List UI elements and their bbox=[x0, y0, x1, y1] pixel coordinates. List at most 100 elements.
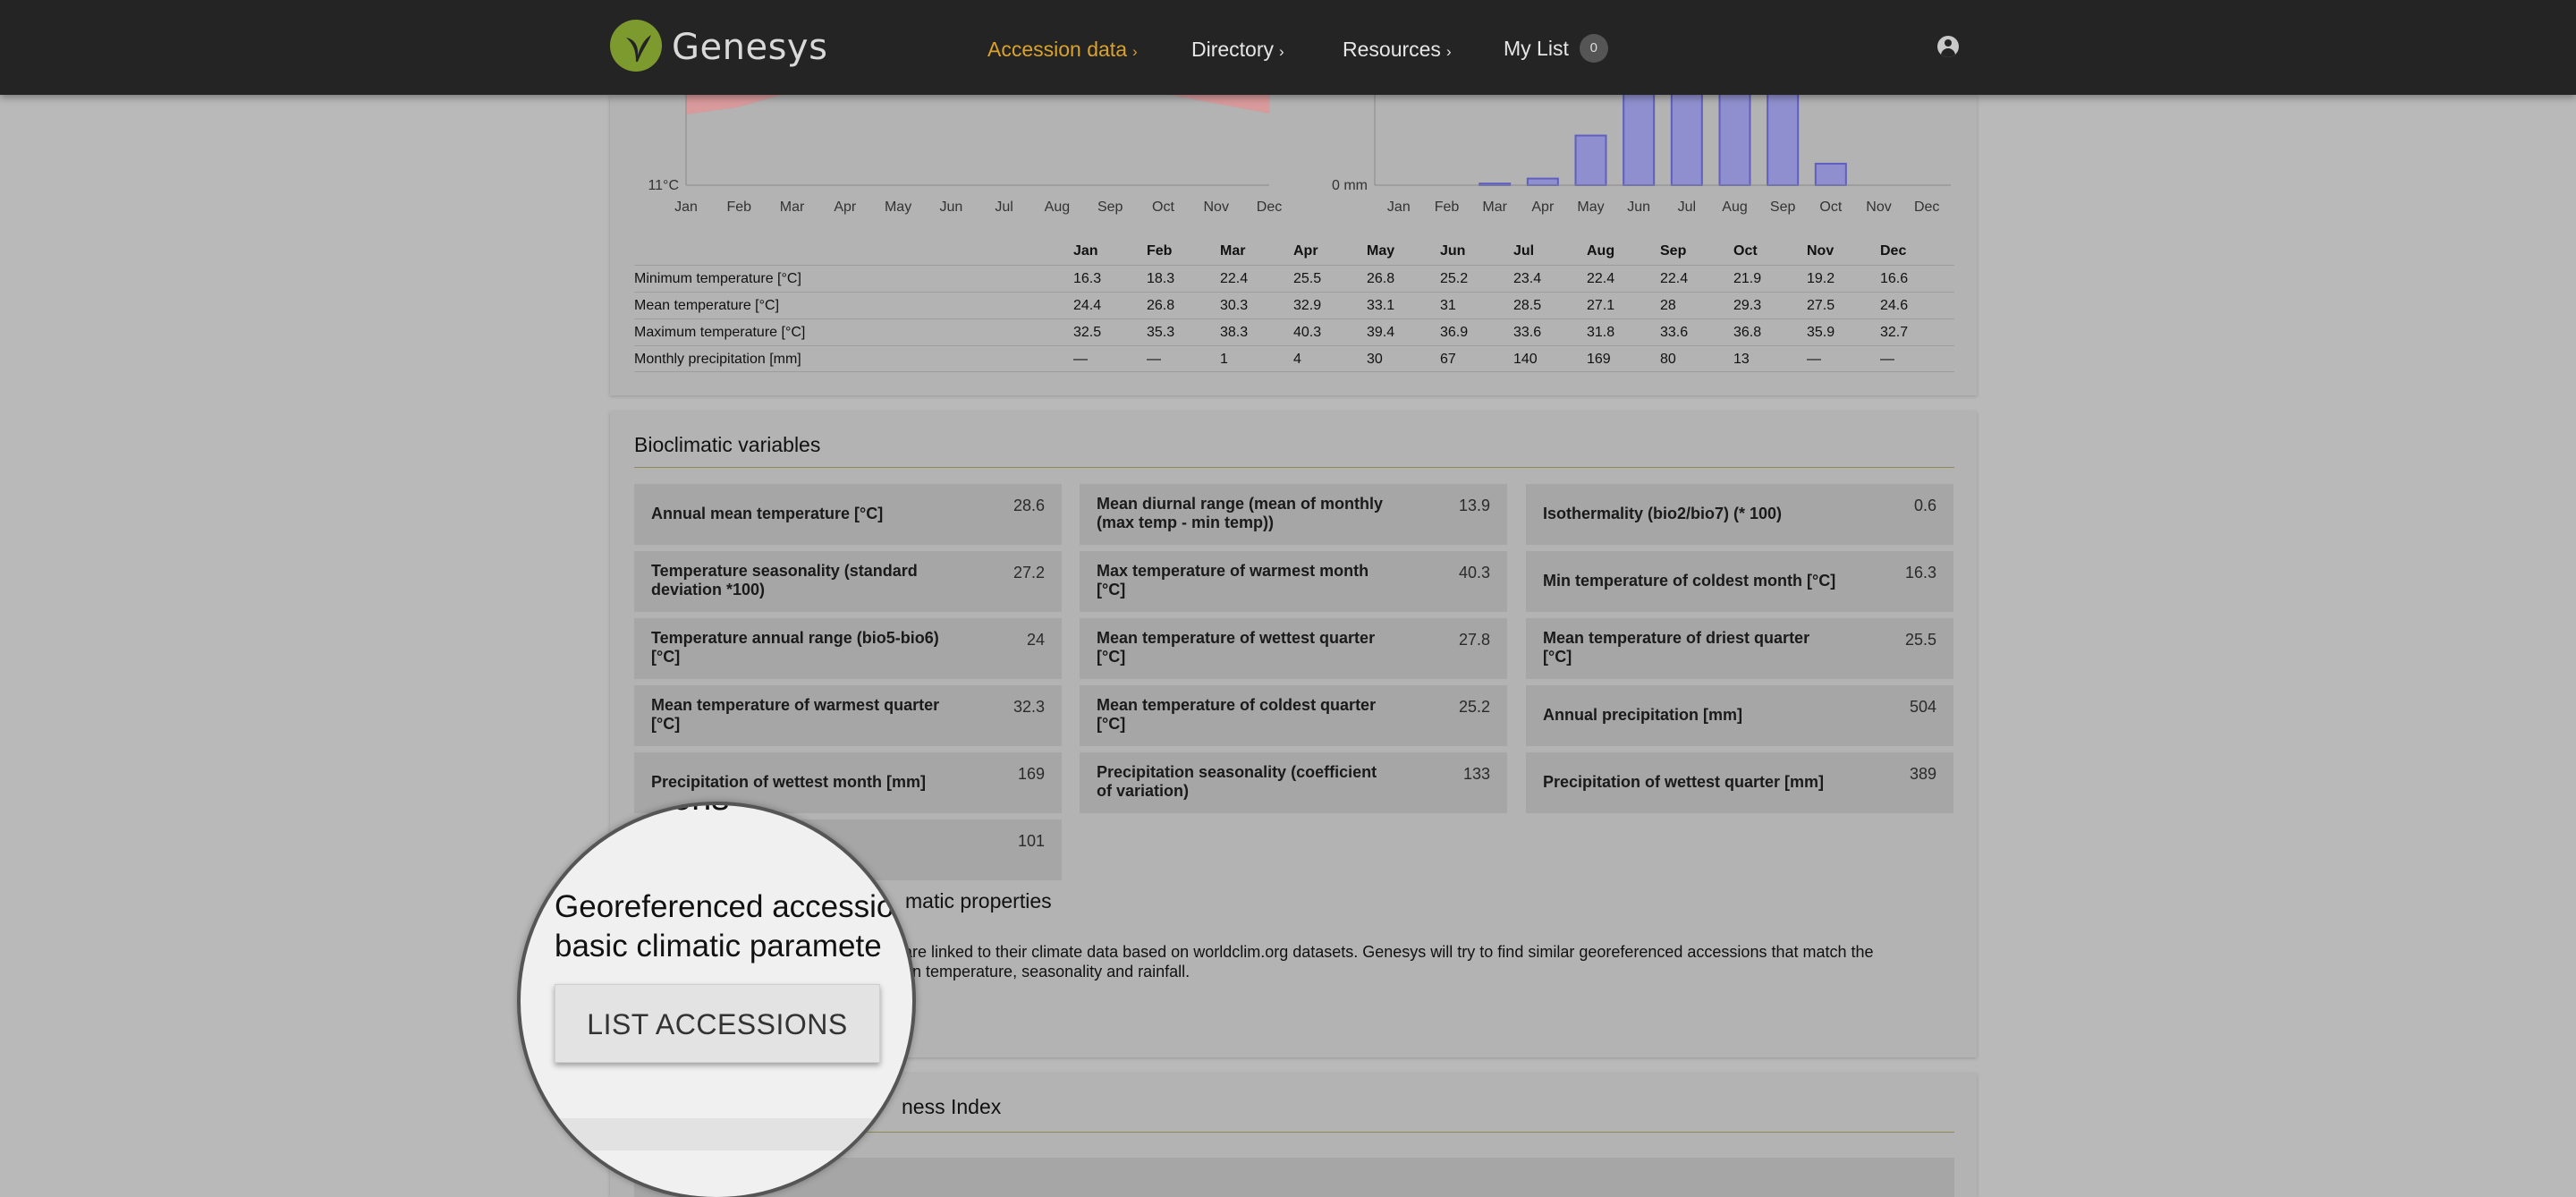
bioclim-value: 27.2 bbox=[1013, 564, 1045, 582]
x-tick-label-sep: Sep bbox=[1097, 200, 1123, 215]
x-tick-label-jan: Jan bbox=[1387, 200, 1411, 215]
table-row-label: Monthly precipitation [mm] bbox=[634, 352, 801, 367]
nav-my-list[interactable]: My List 0 bbox=[1504, 34, 1608, 64]
table-cell: 30.3 bbox=[1220, 298, 1249, 313]
table-cell: 38.3 bbox=[1220, 325, 1249, 340]
table-cell: 35.9 bbox=[1807, 325, 1835, 340]
georef-description-line1: are linked to their climate data based o… bbox=[903, 943, 1874, 961]
table-cell: 21.9 bbox=[1733, 271, 1762, 286]
bioclim-card: Mean temperature of warmest quarter [°C]… bbox=[634, 685, 1062, 746]
table-cell: 4 bbox=[1293, 352, 1301, 367]
y-tick-label: 11°C bbox=[648, 178, 679, 193]
table-cell: 23.4 bbox=[1513, 271, 1542, 286]
nav-accession-data[interactable]: Accession data › bbox=[987, 38, 1138, 62]
georef-heading: matic properties bbox=[905, 889, 1052, 913]
x-tick-label-sep: Sep bbox=[1770, 200, 1796, 215]
bioclim-card: Mean temperature of coldest quarter [°C]… bbox=[1080, 685, 1507, 746]
table-cell: 19.2 bbox=[1807, 271, 1835, 286]
table-cell: 67 bbox=[1440, 352, 1456, 367]
x-tick-label-jul: Jul bbox=[1678, 200, 1696, 215]
table-cell: 28 bbox=[1660, 298, 1676, 313]
table-header-cell: Feb bbox=[1147, 243, 1173, 259]
table-cell: 22.4 bbox=[1587, 271, 1615, 286]
bioclim-value: 169 bbox=[1017, 765, 1045, 783]
bioclim-label: Mean diurnal range (mean of monthly (max… bbox=[1097, 495, 1384, 531]
georef-description: are linked to their climate data based o… bbox=[903, 942, 1941, 981]
brand-name[interactable]: Genesys bbox=[672, 27, 827, 68]
table-cell: 27.5 bbox=[1807, 298, 1835, 313]
table-cell: 26.8 bbox=[1147, 298, 1175, 313]
nav-directory[interactable]: Directory › bbox=[1191, 38, 1284, 62]
bioclim-label: Max temperature of warmest month [°C] bbox=[1097, 562, 1369, 598]
bioclim-card: Max temperature of warmest month [°C] 40.… bbox=[1080, 551, 1507, 612]
nav-resources-label: Resources bbox=[1343, 38, 1441, 61]
list-accessions-button[interactable]: LIST ACCESSIONS bbox=[555, 984, 880, 1063]
bioclim-label: Precipitation of wettest quarter [mm] bbox=[1543, 773, 1825, 791]
user-icon[interactable] bbox=[1937, 36, 1959, 57]
table-row-label: Minimum temperature [°C] bbox=[634, 271, 801, 286]
table-cell: 36.8 bbox=[1733, 325, 1762, 340]
bioclim-card: Isothermality (bio2/bio7) (* 100) 0.6 bbox=[1526, 484, 1953, 545]
table-cell: 16.3 bbox=[1073, 271, 1102, 286]
bioclim-label: Mean temperature of wettest quarter [°C] bbox=[1097, 629, 1376, 666]
table-cell: — bbox=[1880, 352, 1894, 367]
table-cell: 32.5 bbox=[1073, 325, 1102, 340]
bioclim-label: Isothermality (bio2/bio7) (* 100) bbox=[1543, 505, 1783, 522]
bioclim-label: Mean temperature of warmest quarter [°C] bbox=[651, 696, 940, 733]
table-row: Minimum temperature [°C] 16.3 18.3 22.4 25.5… bbox=[634, 265, 1954, 292]
table-cell: 169 bbox=[1587, 352, 1611, 367]
bioclim-value: 27.8 bbox=[1458, 631, 1490, 649]
nav-resources[interactable]: Resources › bbox=[1343, 38, 1452, 62]
precip-bar-may bbox=[1574, 134, 1607, 186]
table-cell: 25.2 bbox=[1440, 271, 1469, 286]
x-tick-label-oct: Oct bbox=[1819, 200, 1842, 215]
table-cell: 13 bbox=[1733, 352, 1750, 367]
table-header-cell: Aug bbox=[1587, 243, 1615, 259]
my-list-count-badge: 0 bbox=[1579, 34, 1608, 63]
table-cell: 33.6 bbox=[1513, 325, 1542, 340]
bioclim-label: Mean temperature of driest quarter [°C] bbox=[1543, 629, 1810, 666]
bioclim-value: 16.3 bbox=[1904, 564, 1936, 582]
table-row-label: Mean temperature [°C] bbox=[634, 298, 780, 313]
bioclim-label: Annual mean temperature [°C] bbox=[651, 505, 884, 522]
nav-directory-label: Directory bbox=[1191, 38, 1275, 61]
x-tick-label-may: May bbox=[885, 200, 911, 215]
table-cell: 39.4 bbox=[1367, 325, 1395, 340]
table-cell: 28.5 bbox=[1513, 298, 1542, 313]
bioclim-label: Min temperature of coldest month [°C] bbox=[1543, 572, 1836, 590]
table-header-cell: Jul bbox=[1513, 243, 1535, 259]
table-cell: 31 bbox=[1440, 298, 1456, 313]
table-row-label: Maximum temperature [°C] bbox=[634, 325, 806, 340]
x-tick-label-jun: Jun bbox=[939, 200, 962, 215]
bioclim-label: Precipitation of wettest month [mm] bbox=[651, 773, 927, 791]
x-tick-label-nov: Nov bbox=[1204, 200, 1229, 215]
table-header-cell: Oct bbox=[1733, 243, 1758, 259]
table-header-cell: May bbox=[1367, 243, 1395, 259]
chevron-right-icon: › bbox=[1445, 43, 1452, 60]
table-cell: 40.3 bbox=[1293, 325, 1322, 340]
top-navbar: Genesys Accession data › Directory › Resou… bbox=[0, 0, 2576, 95]
table-header-cell: Jan bbox=[1073, 243, 1098, 259]
bioclim-value: 0.6 bbox=[1913, 497, 1936, 514]
table-row: Monthly precipitation [mm] — — 1 4 30 67 140 169… bbox=[634, 345, 1954, 372]
nav-my-list-label: My List bbox=[1504, 37, 1569, 61]
genesys-logo-icon[interactable] bbox=[610, 20, 662, 72]
nav-accession-data-label: Accession data bbox=[987, 38, 1127, 61]
y-tick-label: 0 mm bbox=[1332, 178, 1368, 193]
table-cell: 32.7 bbox=[1880, 325, 1909, 340]
bioclim-label: Precipitation seasonality (coefficient o… bbox=[1097, 763, 1377, 800]
table-cell: 140 bbox=[1513, 352, 1538, 367]
table-cell: 22.4 bbox=[1220, 271, 1249, 286]
table-cell: 25.5 bbox=[1293, 271, 1322, 286]
bioclim-value: 28.6 bbox=[1013, 497, 1045, 514]
x-tick-label-feb: Feb bbox=[1435, 200, 1460, 215]
bioclim-card: Mean temperature of wettest quarter [°C]… bbox=[1080, 618, 1507, 679]
table-cell: 32.9 bbox=[1293, 298, 1322, 313]
bioclim-value: 101 bbox=[1017, 832, 1045, 850]
table-cell: 80 bbox=[1660, 352, 1676, 367]
bioclim-card: Mean temperature of driest quarter [°C] 2… bbox=[1526, 618, 1953, 679]
table-cell: 33.6 bbox=[1660, 325, 1689, 340]
table-cell: 33.1 bbox=[1367, 298, 1395, 313]
table-row: Mean temperature [°C] 24.4 26.8 30.3 32.9 33.… bbox=[634, 292, 1954, 318]
magnified-text-line1: Georeferenced accessio bbox=[555, 889, 894, 924]
